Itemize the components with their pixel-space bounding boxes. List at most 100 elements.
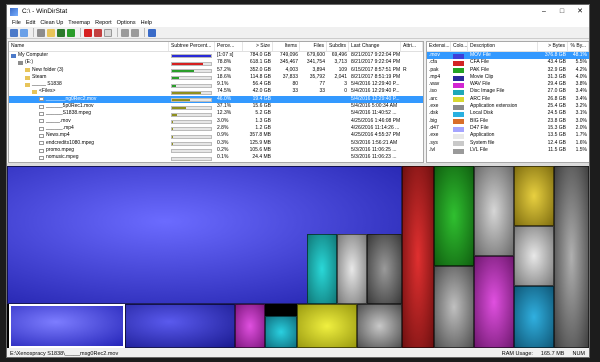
ext-row[interactable]: .sys System file 12.4 GB 1.6% — [427, 140, 589, 147]
ext-row[interactable]: .dsk Local Disk 24.5 GB 3.1% — [427, 110, 589, 118]
explorer-icon[interactable] — [47, 28, 55, 37]
open-icon[interactable] — [10, 28, 18, 37]
subtree-bar-fill — [172, 91, 202, 94]
delete-permanent-icon[interactable] — [94, 28, 102, 37]
delete-icon[interactable] — [84, 28, 92, 37]
ext-row[interactable]: .exe Application 13.5 GB 1.7% — [427, 132, 589, 139]
ext-name: .mp4 — [429, 73, 441, 80]
command-prompt-icon[interactable] — [57, 28, 65, 37]
rescan-icon[interactable] — [20, 28, 28, 37]
menu-file[interactable]: File — [12, 20, 21, 26]
tree-row[interactable]: Steam 18.6% 114.8 GB 37,833 35,792 2,041 8/21/… — [9, 74, 423, 81]
col-subdirs[interactable]: Subdirs — [327, 42, 349, 51]
tree-row[interactable]: ______S1838.mpeg 12.3% 5.2 GB 5/4/2016 11:4… — [9, 110, 423, 117]
col-items[interactable]: Items — [273, 42, 300, 51]
ext-color-cell — [451, 104, 468, 110]
refresh-icon[interactable] — [67, 28, 75, 37]
ext-bytes-percent: 3.2% — [575, 103, 587, 110]
copy-path-icon[interactable] — [37, 28, 45, 37]
treemap-tile[interactable] — [367, 234, 402, 304]
treemap-tile[interactable] — [265, 316, 297, 348]
col-bytes[interactable]: > Bytes — [538, 42, 568, 51]
treemap-tile[interactable] — [434, 266, 474, 348]
ext-row[interactable]: .lvl LVL File 11.5 GB 1.5% — [427, 147, 589, 154]
treemap-tile[interactable] — [474, 166, 514, 256]
zoom-out-icon[interactable] — [131, 28, 139, 37]
col-last-change[interactable]: Last Change — [349, 42, 401, 51]
ext-bytes: 15.3 GB — [547, 124, 566, 131]
tree-row[interactable]: nomusic.mpeg 0.1% 24.4 MB 5/3/2016 11:06:23… — [9, 154, 423, 161]
col-description[interactable]: Description — [468, 42, 538, 51]
menu-edit[interactable]: Edit — [26, 20, 35, 26]
ext-row[interactable]: .pak PAK File 32.9 GB 4.2% — [427, 67, 589, 74]
ext-row[interactable]: .cfa CFA File 43.4 GB 5.5% — [427, 59, 589, 66]
col-size[interactable]: > Size — [243, 42, 273, 51]
ext-row[interactable]: .wav WAV File 29.4 GB 3.8% — [427, 81, 589, 88]
help-icon[interactable] — [148, 28, 156, 37]
maximize-icon[interactable]: □ — [553, 5, 571, 18]
treemap-tile[interactable] — [307, 234, 337, 304]
tree-row[interactable]: _____.mov 3.0% 1.3 GB 4/25/2016 1:46:08 PM — [9, 118, 423, 125]
ext-row[interactable]: .mov MOV File 376.8 GB 48.1% — [427, 52, 589, 60]
tree-row[interactable]: ______5p0Rec1.mov 37.1% 15.6 GB 5/4/2016 5:… — [9, 103, 423, 110]
col-percent[interactable]: Perce... — [215, 42, 243, 51]
subtree-bar-fill — [172, 113, 177, 116]
treemap-tile[interactable] — [402, 166, 434, 348]
ext-row[interactable]: .big BIG File 23.8 GB 3.0% — [427, 118, 589, 125]
ext-row[interactable]: .arc ARC File 26.8 GB 3.4% — [427, 96, 589, 103]
menu-options[interactable]: Options — [117, 20, 136, 26]
treemap-tile[interactable] — [514, 226, 554, 286]
treemap-tile[interactable] — [514, 286, 554, 348]
tree-row[interactable]: promo.mpeg 0.2% 105.6 MB 5/3/2016 11:06:25 … — [9, 147, 423, 154]
menu-clean-up[interactable]: Clean Up — [40, 20, 63, 26]
col-files[interactable]: Files — [300, 42, 327, 51]
treemap-tile[interactable] — [337, 234, 367, 304]
col-bytes-percent[interactable]: % By... — [568, 42, 589, 51]
treemap-selected-file[interactable] — [9, 304, 125, 348]
treemap-tile[interactable] — [514, 166, 554, 226]
treemap-tile[interactable] — [125, 304, 235, 348]
tree-row[interactable]: My Computer [1:07 s] 784.0 GB 749,096 679,60… — [9, 52, 423, 59]
menu-treemap[interactable]: Treemap — [68, 20, 90, 26]
treemap-tile[interactable] — [357, 304, 402, 348]
tree-row[interactable]: <Files> 74.5% 42.0 GB 33 33 0 5/4/2016 12:29:4… — [9, 88, 423, 95]
close-icon[interactable]: ✕ — [571, 5, 589, 18]
tree-row[interactable]: (E:) 78.8% 618.1 GB 345,467 341,754 3,713 8/21… — [9, 59, 423, 66]
col-color[interactable]: Colo... — [451, 42, 468, 51]
tree-rows: My Computer [1:07 s] 784.0 GB 749,096 679,60… — [9, 52, 423, 161]
tree-percent: 74.5% — [217, 88, 232, 95]
tree-name-cell: _____.mov — [9, 118, 169, 125]
treemap-tile[interactable] — [474, 256, 514, 348]
col-attributes[interactable]: Attri... — [401, 42, 423, 51]
tree-row[interactable]: News.mp4 0.9% 357.8 MB 4/25/2016 4:55:37 PM — [9, 132, 423, 139]
treemap[interactable] — [7, 166, 589, 348]
treemap-tile[interactable] — [434, 166, 474, 266]
ext-row[interactable]: .mp4 Movie Clip 31.3 GB 4.0% — [427, 74, 589, 81]
ext-row[interactable]: .exe Application extension 25.4 GB 3.2% — [427, 103, 589, 110]
treemap-tile[interactable] — [235, 304, 265, 348]
zoom-in-icon[interactable] — [121, 28, 129, 37]
treemap-tile[interactable] — [297, 304, 357, 348]
col-extension[interactable]: Extensi... — [427, 42, 451, 51]
ext-bytes: 376.8 GB — [544, 52, 566, 58]
tree-row[interactable]: ______.mp4 2.8% 1.2 GB 4/26/2016 11:14:26 .… — [9, 125, 423, 132]
treemap-tile[interactable] — [554, 166, 589, 348]
ext-row[interactable]: .d47 D47 File 15.3 GB 2.0% — [427, 125, 589, 132]
ext-bytes: 12.4 GB — [547, 139, 566, 146]
menu-help[interactable]: Help — [141, 20, 152, 26]
col-subtree-percent[interactable]: Subtree Percent... — [169, 42, 215, 51]
folder-icon — [25, 82, 30, 87]
tree-row[interactable]: _____ S1838 9.1% 56.4 GB 80 77 3 5/4/2016 12:2… — [9, 81, 423, 88]
minimize-icon[interactable]: – — [535, 5, 553, 18]
ext-row[interactable]: .iso Disc Image File 27.0 GB 3.4% — [427, 88, 589, 96]
menu-report[interactable]: Report — [95, 20, 112, 26]
subtree-percent-bar — [169, 148, 215, 154]
tree-row[interactable]: endcredits1080.mpeg 0.3% 125.9 MB 5/3/2016 … — [9, 140, 423, 147]
tree-row[interactable]: New folder (3) 57.2% 352.0 GB 4,003 3,894 109… — [9, 67, 423, 74]
tree-percent: 9.1% — [217, 81, 229, 88]
ext-bytes-percent: 3.4% — [575, 95, 587, 102]
col-name[interactable]: Name — [9, 42, 169, 51]
tree-row[interactable]: _______ng0Rec2.mov 46.0% 19.4 GB 5/4/2016 1… — [9, 95, 423, 104]
ext-bytes-percent: 2.0% — [575, 124, 587, 131]
properties-icon[interactable] — [104, 28, 112, 37]
